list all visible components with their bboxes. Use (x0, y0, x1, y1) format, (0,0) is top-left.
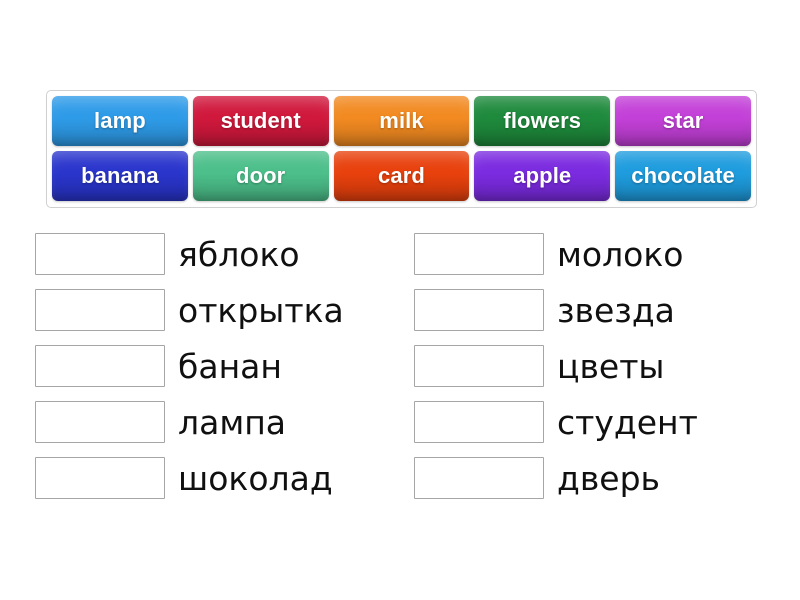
word-tile-apple[interactable]: apple (474, 151, 611, 201)
word-tile-label: student (220, 108, 301, 133)
word-tile-label: card (378, 163, 425, 188)
answer-row: банан (35, 338, 414, 394)
answer-row: студент (414, 394, 793, 450)
word-tile-label: banana (81, 163, 159, 188)
answer-drop-box[interactable] (35, 345, 165, 387)
answer-term-label: яблоко (178, 234, 300, 274)
word-tile-door[interactable]: door (192, 151, 329, 201)
answer-row: дверь (414, 450, 793, 506)
answer-term-label: банан (178, 346, 282, 386)
answer-column-left: яблоко открытка банан лампа шоколад (35, 226, 414, 506)
word-bank: lamp student milk flowers star banana do… (46, 90, 757, 208)
answer-term-label: открытка (178, 290, 344, 330)
word-tile-lamp[interactable]: lamp (52, 96, 188, 146)
answer-drop-box[interactable] (414, 457, 544, 499)
answer-row: яблоко (35, 226, 414, 282)
word-tile-milk[interactable]: milk (333, 96, 470, 146)
answer-term-label: цветы (557, 346, 665, 386)
answer-row: лампа (35, 394, 414, 450)
answer-area: яблоко открытка банан лампа шоколад моло… (0, 226, 800, 506)
answer-drop-box[interactable] (414, 401, 544, 443)
answer-term-label: студент (557, 402, 698, 442)
answer-term-label: молоко (557, 234, 684, 274)
word-tile-label: flowers (503, 108, 582, 133)
answer-row: шоколад (35, 450, 414, 506)
word-tile-label: star (662, 108, 704, 133)
answer-term-label: дверь (557, 458, 660, 498)
answer-term-label: звезда (557, 290, 675, 330)
word-tile-chocolate[interactable]: chocolate (615, 151, 751, 201)
word-tile-label: chocolate (631, 163, 735, 188)
word-tile-student[interactable]: student (192, 96, 329, 146)
answer-term-label: шоколад (178, 458, 333, 498)
answer-columns: яблоко открытка банан лампа шоколад моло… (0, 226, 800, 506)
answer-row: цветы (414, 338, 793, 394)
word-tile-label: lamp (94, 108, 146, 133)
word-tile-label: milk (379, 108, 424, 133)
answer-drop-box[interactable] (414, 345, 544, 387)
answer-drop-box[interactable] (35, 401, 165, 443)
answer-column-right: молоко звезда цветы студент дверь (414, 226, 793, 506)
word-bank-row-2: banana door card apple chocolate (52, 151, 751, 201)
word-tile-flowers[interactable]: flowers (474, 96, 611, 146)
word-tile-banana[interactable]: banana (52, 151, 188, 201)
answer-row: молоко (414, 226, 793, 282)
word-tile-label: apple (513, 163, 572, 188)
answer-term-label: лампа (178, 402, 287, 442)
word-tile-label: door (236, 163, 286, 188)
answer-drop-box[interactable] (414, 233, 544, 275)
answer-row: открытка (35, 282, 414, 338)
word-tile-card[interactable]: card (333, 151, 470, 201)
answer-drop-box[interactable] (35, 289, 165, 331)
answer-row: звезда (414, 282, 793, 338)
answer-drop-box[interactable] (35, 457, 165, 499)
word-tile-star[interactable]: star (615, 96, 751, 146)
word-bank-row-1: lamp student milk flowers star (52, 96, 751, 146)
answer-drop-box[interactable] (414, 289, 544, 331)
answer-drop-box[interactable] (35, 233, 165, 275)
